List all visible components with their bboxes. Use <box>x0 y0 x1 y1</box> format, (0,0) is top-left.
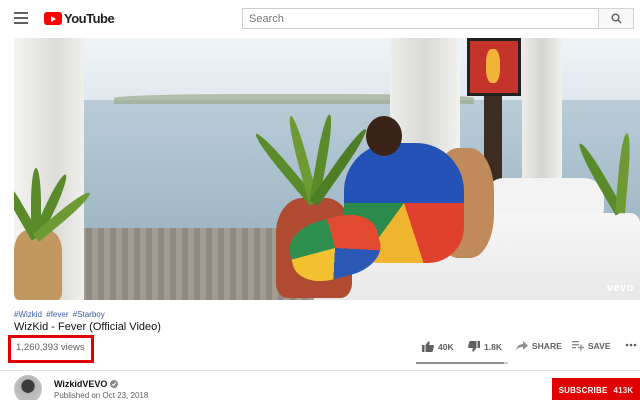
share-arrow-icon <box>516 341 528 351</box>
hashtag-link[interactable]: #Starboy <box>73 310 105 319</box>
hamburger-menu-icon[interactable] <box>14 12 28 24</box>
thumbs-down-icon <box>468 341 480 352</box>
share-button[interactable]: SHARE <box>516 341 562 351</box>
dislike-count: 1.8K <box>484 341 502 352</box>
search-icon <box>611 13 622 24</box>
youtube-play-icon <box>44 12 62 25</box>
hashtag-link[interactable]: #Wizkid <box>14 310 42 319</box>
share-label: SHARE <box>532 341 562 351</box>
video-frame-person-head <box>366 116 402 156</box>
section-divider <box>0 370 640 371</box>
more-actions-button[interactable] <box>625 343 637 347</box>
like-dislike-ratio-bar <box>416 362 508 364</box>
channel-avatar[interactable] <box>14 375 42 400</box>
top-header: YouTube <box>0 0 640 38</box>
logo-text: YouTube <box>64 11 115 26</box>
publish-date: Published on Oct 23, 2018 <box>54 391 149 400</box>
like-count: 40K <box>438 341 454 352</box>
hashtag-link[interactable]: #fever <box>46 310 68 319</box>
subscribe-button[interactable]: SUBSCRIBE 413K <box>552 378 640 400</box>
video-player[interactable]: vevo <box>14 38 640 300</box>
subscriber-count: 413K <box>613 385 634 395</box>
dislike-button[interactable]: 1.8K <box>468 341 502 352</box>
add-to-playlist-icon <box>572 341 584 351</box>
like-ratio-fill <box>416 362 505 364</box>
youtube-logo[interactable]: YouTube <box>44 11 115 26</box>
thumbs-up-icon <box>422 341 434 352</box>
search-button[interactable] <box>598 8 634 29</box>
video-frame-curtain <box>522 38 562 188</box>
subscribe-label: SUBSCRIBE <box>558 385 608 395</box>
search-input[interactable] <box>242 8 598 29</box>
channel-name-row[interactable]: WizkidVEVO <box>54 379 119 389</box>
save-label: SAVE <box>588 341 611 351</box>
more-horizontal-icon <box>625 343 637 347</box>
save-button[interactable]: SAVE <box>572 341 611 351</box>
view-count: 1,260,393 views <box>16 342 85 353</box>
vevo-watermark: vevo <box>606 282 634 294</box>
video-title: WizKid - Fever (Official Video) <box>14 321 161 333</box>
channel-name[interactable]: WizkidVEVO <box>54 379 107 389</box>
hashtag-list: #Wizkid #fever #Starboy <box>14 310 107 319</box>
video-frame-painting <box>467 38 521 96</box>
verified-check-icon <box>110 380 119 388</box>
like-button[interactable]: 40K <box>422 341 454 352</box>
